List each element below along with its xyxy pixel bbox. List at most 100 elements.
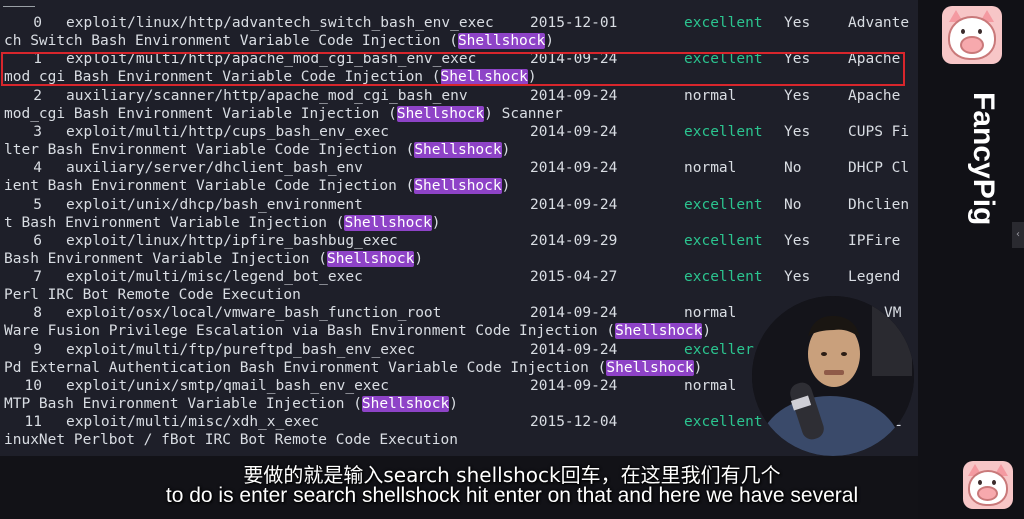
result-module-name: exploit/unix/dhcp/bash_environment [66,197,363,213]
result-module-name: exploit/linux/http/advantech_switch_bash… [66,15,494,31]
result-check: Yes [784,88,811,104]
search-term-highlight: Shellshock [396,106,485,122]
result-index: 11 [24,414,42,430]
result-description: Perl IRC Bot Remote Code Execution [4,286,301,304]
result-row: 3 exploit/multi/http/cups_bash_env_exec 20… [4,123,918,141]
result-index: 5 [33,197,42,213]
search-term-highlight: Shellshock [457,33,546,49]
result-check: Yes [784,269,811,285]
result-row: 5 exploit/unix/dhcp/bash_environment 2014-… [4,196,918,214]
result-description: Bash Environment Variable Injection (She… [4,250,423,268]
result-disclosure-date: 2014-09-24 [530,305,618,321]
result-row: 2 auxiliary/scanner/http/apache_mod_cgi_b… [4,87,918,105]
result-description-start: Apache [848,88,901,104]
result-index: 4 [33,160,42,176]
result-description: mod_cgi Bash Environment Variable Inject… [4,105,563,123]
result-description: ch Switch Bash Environment Variable Code… [4,32,554,50]
description-text-end: ) [702,323,712,339]
result-description: lter Bash Environment Variable Code Inje… [4,141,510,159]
search-term-highlight: Shellshock [414,178,502,194]
description-text: mod_cgi Bash Environment Variable Inject… [4,106,397,122]
result-check: Yes [784,15,811,31]
result-description: MTP Bash Environment Variable Injection … [4,395,458,413]
result-rank: normal [684,305,737,321]
result-disclosure-date: 2015-04-27 [530,269,618,285]
description-text-end: ) [449,396,458,412]
result-description-start: CUPS Fi [848,124,910,140]
result-row: 6 exploit/linux/http/ipfire_bashbug_exec 2… [4,232,918,250]
result-index: 2 [33,88,42,104]
description-text: ient Bash Environment Variable Code Inje… [4,178,415,194]
description-text-end: ) [501,178,511,194]
result-description: Ware Fusion Privilege Escalation via Bas… [4,322,711,340]
result-module-name: exploit/multi/misc/xdh_x_exec [66,414,320,430]
result-index: 8 [33,305,42,321]
result-disclosure-date: 2014-09-24 [530,124,618,140]
result-description: ient Bash Environment Variable Code Inje… [4,177,510,195]
result-description: inuxNet Perlbot / fBot IRC Bot Remote Co… [4,431,458,449]
description-text-end: ) [431,215,441,231]
description-text-end: ) [414,251,424,267]
result-rank: excellent [684,414,763,430]
description-text: t Bash Environment Variable Injection ( [4,215,345,231]
result-description-start: IPFire [848,233,901,249]
result-module-name: exploit/osx/local/vmware_bash_function_r… [66,305,442,321]
search-term-highlight: Shellshock [615,323,703,339]
presenter-webcam [752,296,914,456]
description-text-end: ) [545,33,554,49]
description-text: MTP Bash Environment Variable Injection … [4,396,362,412]
result-index: 10 [24,378,42,394]
search-term-highlight: Shellshock [414,142,502,158]
search-term-highlight: Shellshock [344,215,432,231]
description-text: inuxNet Perlbot / fBot IRC Bot Remote Co… [4,432,458,448]
result-module-name: exploit/unix/smtp/qmail_bash_env_exec [66,378,390,394]
result-index: 9 [33,342,42,358]
result-module-name: auxiliary/scanner/http/apache_mod_cgi_ba… [66,88,468,104]
result-check: No [784,160,802,176]
result-description-start: Dhclien [848,197,910,213]
description-text: lter Bash Environment Variable Code Inje… [4,142,415,158]
result-check: Yes [784,233,811,249]
description-text-end: ) [501,142,511,158]
result-module-name: exploit/multi/ftp/pureftpd_bash_env_exec [66,342,416,358]
pig-logo-icon [942,6,1002,64]
description-text: Ware Fusion Privilege Escalation via Bas… [4,323,616,339]
result-check: Yes [784,124,811,140]
watermark-text: FancyPig [967,92,1000,226]
search-term-highlight: Shellshock [361,396,450,412]
subtitle-english: to do is enter search shellshock hit ent… [165,484,859,507]
description-text-end: ) Scanner [484,106,563,122]
panel-collapse-handle[interactable]: ‹ [1012,222,1024,248]
result-description-start: DHCP Cl [848,160,910,176]
result-rank: excellent [684,269,763,285]
result-description-start: Advante [848,15,910,31]
description-text-end: ) [693,360,703,376]
result-rank: excellent [684,15,763,31]
terminal-rule [3,6,35,7]
result-index: 7 [33,269,42,285]
result-rank: normal [684,160,737,176]
result-disclosure-date: 2014-09-24 [530,197,618,213]
result-rank: excellent [684,197,763,213]
description-text: Perl IRC Bot Remote Code Execution [4,287,301,303]
result-module-name: exploit/multi/http/cups_bash_env_exec [66,124,390,140]
result-disclosure-date: 2014-09-29 [530,233,618,249]
result-disclosure-date: 2014-09-24 [530,88,618,104]
result-row: 7 exploit/multi/misc/legend_bot_exec 2015-… [4,268,918,286]
description-text: Bash Environment Variable Injection ( [4,251,328,267]
description-text: Pd External Authentication Bash Environm… [4,360,607,376]
result-module-name: exploit/multi/misc/legend_bot_exec [66,269,363,285]
search-term-highlight: Shellshock [327,251,415,267]
result-disclosure-date: 2014-09-24 [530,342,618,358]
result-index: 0 [33,15,42,31]
result-module-name: auxiliary/server/dhclient_bash_env [66,160,363,176]
result-module-name: exploit/linux/http/ipfire_bashbug_exec [66,233,398,249]
result-disclosure-date: 2015-12-04 [530,414,618,430]
right-side-panel [918,0,1024,519]
result-row: 4 auxiliary/server/dhclient_bash_env 2014-… [4,159,918,177]
selected-result-outline [1,52,905,86]
result-index: 6 [33,233,42,249]
result-description: t Bash Environment Variable Injection (S… [4,214,441,232]
result-rank: normal [684,378,737,394]
result-rank: excellent [684,124,763,140]
